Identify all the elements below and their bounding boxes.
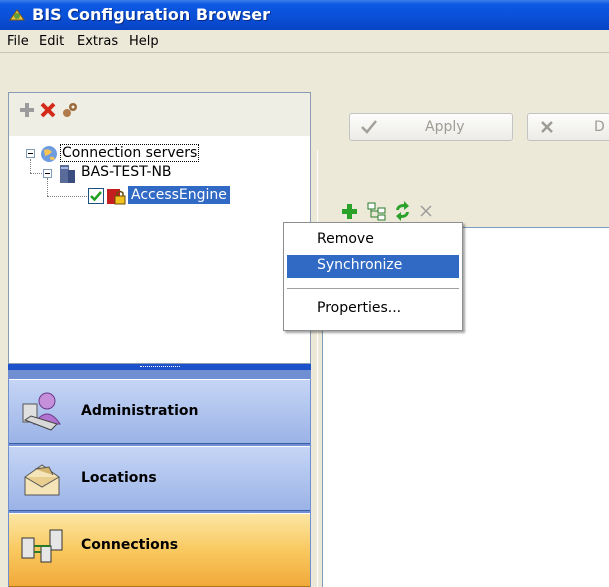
context-menu: Remove Synchronize Properties... bbox=[283, 222, 463, 331]
splitter-grip-icon bbox=[140, 366, 180, 369]
app-icon bbox=[9, 9, 25, 21]
context-item-synchronize[interactable]: Synchronize bbox=[287, 255, 459, 278]
nav-label-locations: Locations bbox=[81, 470, 157, 486]
nav-connections[interactable]: Connections bbox=[9, 513, 310, 587]
add-icon[interactable] bbox=[341, 203, 358, 220]
refresh-icon[interactable] bbox=[393, 201, 412, 221]
add-icon[interactable] bbox=[18, 101, 36, 119]
tree-item-connection-servers[interactable]: Connection servers bbox=[60, 144, 200, 162]
apply-button[interactable]: Apply bbox=[349, 113, 513, 141]
context-menu-separator bbox=[287, 288, 459, 289]
tree-panel: Connection servers BAS-TEST-NB AccessEng… bbox=[8, 136, 311, 364]
menu-edit[interactable]: Edit bbox=[39, 34, 64, 49]
nav-label-administration: Administration bbox=[81, 403, 199, 419]
menu-extras[interactable]: Extras bbox=[77, 34, 118, 49]
tree-item-server[interactable]: BAS-TEST-NB bbox=[81, 164, 172, 180]
lock-engine-icon bbox=[107, 189, 126, 205]
context-item-properties[interactable]: Properties... bbox=[287, 298, 459, 321]
expander-root[interactable] bbox=[26, 149, 35, 158]
locations-icon bbox=[24, 464, 60, 496]
cancel-icon bbox=[541, 121, 553, 133]
hierarchy-icon[interactable] bbox=[367, 202, 386, 221]
discard-label: D bbox=[594, 119, 605, 135]
apply-label: Apply bbox=[425, 119, 465, 135]
tree-toolbar bbox=[8, 92, 311, 136]
nav-locations[interactable]: Locations bbox=[9, 446, 310, 511]
administration-icon bbox=[22, 392, 61, 431]
server-icon bbox=[60, 165, 75, 183]
menu-help[interactable]: Help bbox=[129, 34, 159, 49]
connect-icon[interactable] bbox=[61, 101, 79, 119]
nav-label-connections: Connections bbox=[81, 537, 179, 553]
context-item-remove[interactable]: Remove bbox=[287, 229, 459, 252]
delete-icon[interactable] bbox=[39, 101, 57, 119]
checkbox-checked-icon[interactable] bbox=[88, 188, 104, 204]
close-icon[interactable] bbox=[420, 205, 432, 217]
checkmark-icon bbox=[361, 120, 377, 134]
tree-item-access-engine[interactable]: AccessEngine bbox=[128, 186, 230, 204]
window-title: BIS Configuration Browser bbox=[32, 5, 270, 24]
globe-icon bbox=[41, 146, 57, 162]
discard-button[interactable]: D bbox=[527, 113, 609, 141]
menu-bar: File Edit Extras Help bbox=[0, 30, 609, 53]
menu-file[interactable]: File bbox=[7, 34, 29, 49]
nav-administration[interactable]: Administration bbox=[9, 379, 310, 444]
expander-server[interactable] bbox=[43, 169, 52, 178]
connections-icon bbox=[21, 529, 63, 563]
